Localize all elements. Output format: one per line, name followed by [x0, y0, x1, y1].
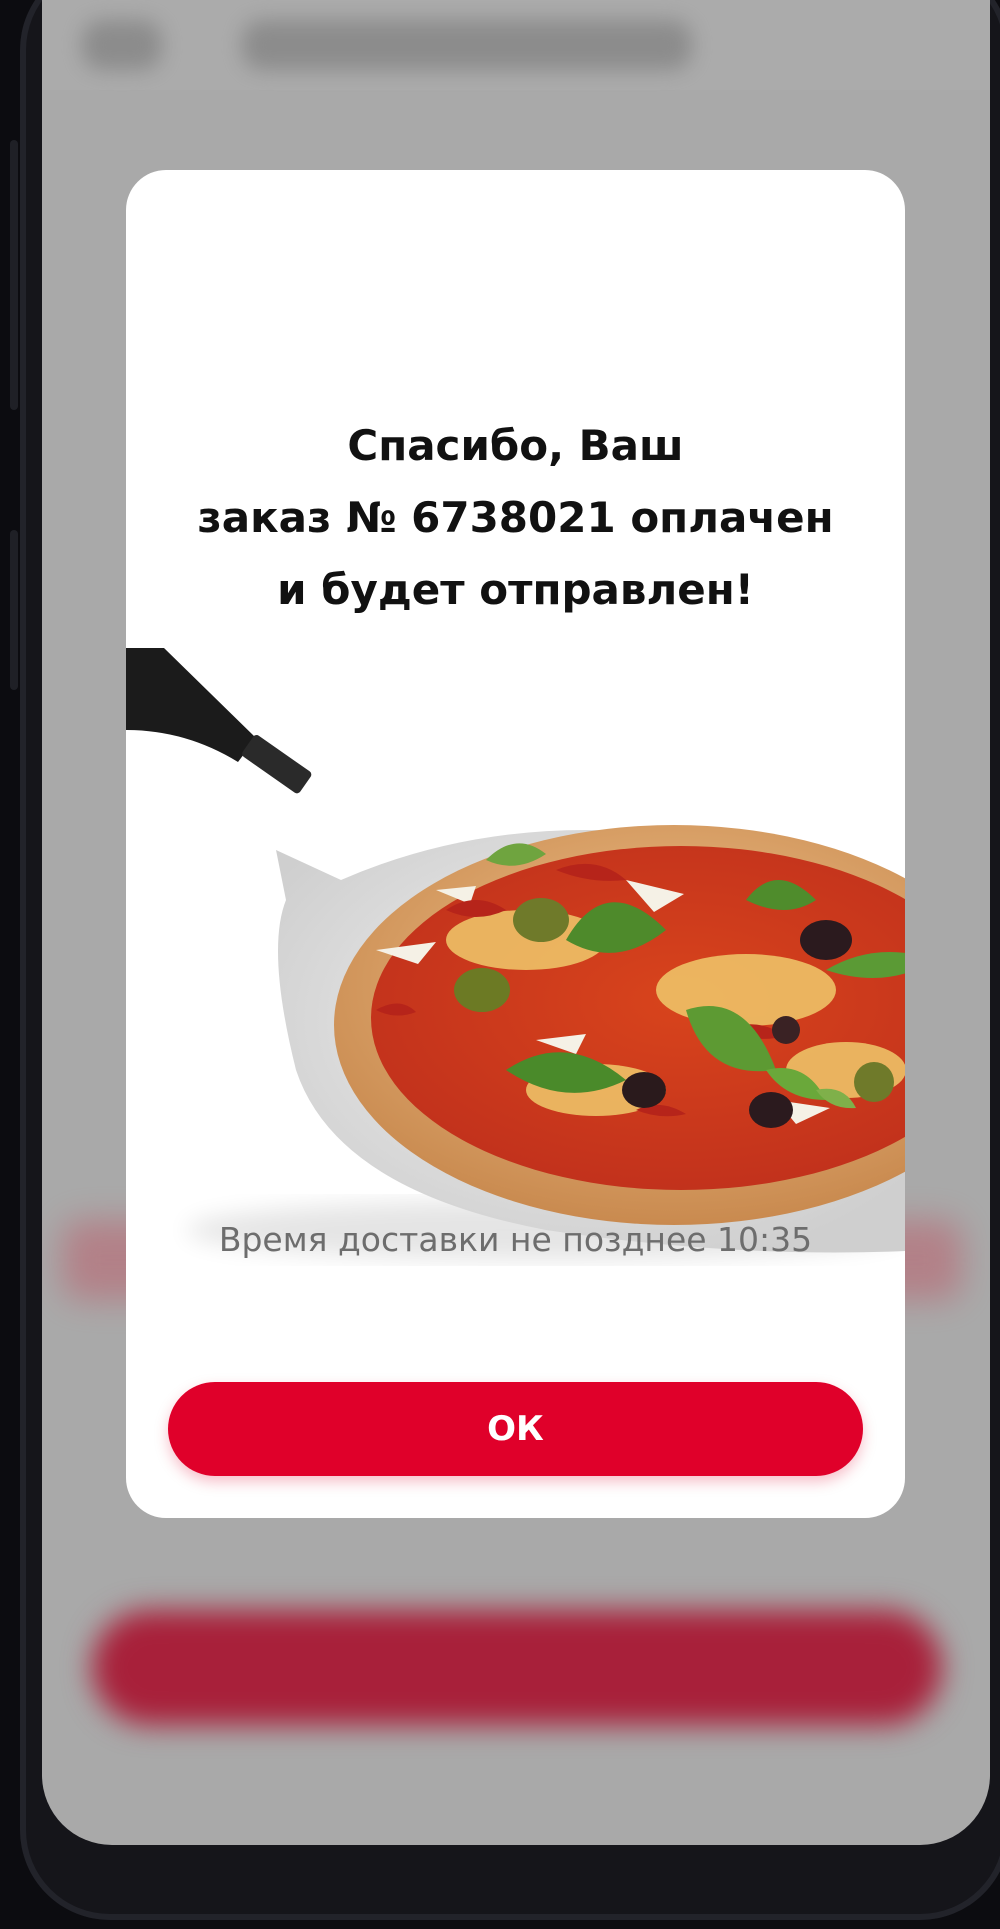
pizza-image — [126, 648, 905, 1260]
order-success-modal: Спасибо, Ваш заказ № 6738021 оплачен и б… — [126, 170, 905, 1518]
peel-handle-end — [242, 735, 312, 794]
blurred-title — [242, 20, 692, 70]
power-key — [10, 530, 18, 690]
blurred-pay-button — [92, 1610, 942, 1725]
delivery-time-text: Время доставки не позднее 10:35 — [218, 1220, 813, 1259]
peel-handle — [126, 648, 256, 762]
volume-key — [10, 140, 18, 410]
blurred-back-icon — [82, 20, 162, 70]
ok-button[interactable]: ОК — [168, 1382, 863, 1476]
